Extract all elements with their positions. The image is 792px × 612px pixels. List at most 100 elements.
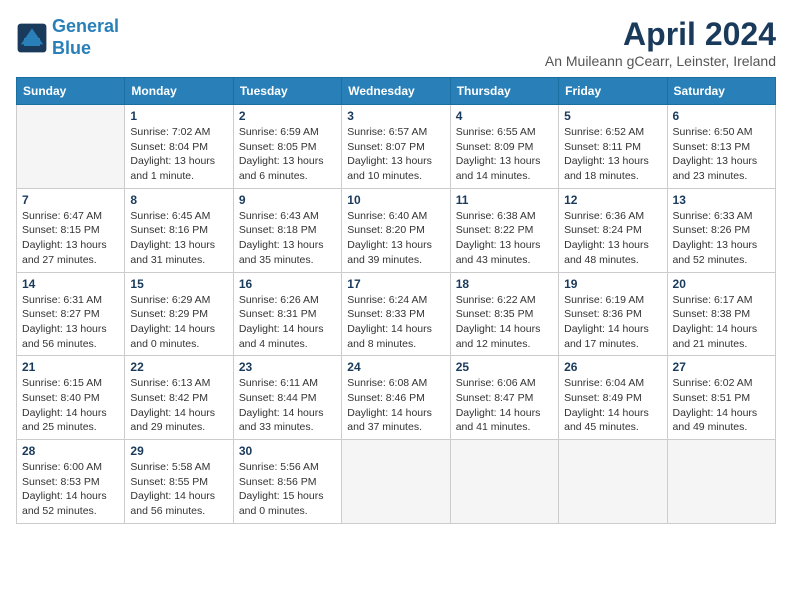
day-info: Sunrise: 6:08 AM Sunset: 8:46 PM Dayligh… xyxy=(347,376,444,435)
day-number: 16 xyxy=(239,277,336,291)
day-number: 23 xyxy=(239,360,336,374)
weekday-header: Friday xyxy=(559,78,667,105)
day-info: Sunrise: 6:45 AM Sunset: 8:16 PM Dayligh… xyxy=(130,209,227,268)
day-info: Sunrise: 6:55 AM Sunset: 8:09 PM Dayligh… xyxy=(456,125,553,184)
location-subtitle: An Muileann gCearr, Leinster, Ireland xyxy=(545,53,776,69)
logo: General Blue xyxy=(16,16,119,59)
calendar-week-row: 14 Sunrise: 6:31 AM Sunset: 8:27 PM Dayli… xyxy=(17,272,776,356)
day-info: Sunrise: 6:52 AM Sunset: 8:11 PM Dayligh… xyxy=(564,125,661,184)
calendar-cell: 30 Sunrise: 5:56 AM Sunset: 8:56 PM Dayli… xyxy=(233,440,341,524)
calendar-cell: 18Sunrise: 6:22 AM Sunset: 8:35 PM Dayli… xyxy=(450,272,558,356)
day-number: 9 xyxy=(239,193,336,207)
day-number: 3 xyxy=(347,109,444,123)
calendar-cell: 13 Sunrise: 6:33 AM Sunset: 8:26 PM Dayli… xyxy=(667,188,775,272)
day-number: 14 xyxy=(22,277,119,291)
calendar-week-row: 1 Sunrise: 7:02 AM Sunset: 8:04 PM Daylig… xyxy=(17,105,776,189)
calendar-cell: 26 Sunrise: 6:04 AM Sunset: 8:49 PM Dayli… xyxy=(559,356,667,440)
day-info: Sunrise: 6:31 AM Sunset: 8:27 PM Dayligh… xyxy=(22,293,119,352)
weekday-header: Thursday xyxy=(450,78,558,105)
day-number: 24 xyxy=(347,360,444,374)
day-number: 6 xyxy=(673,109,770,123)
logo-text: General Blue xyxy=(52,16,119,59)
calendar-cell: 19 Sunrise: 6:19 AM Sunset: 8:36 PM Dayli… xyxy=(559,272,667,356)
month-title: April 2024 xyxy=(545,16,776,53)
calendar-cell: 3 Sunrise: 6:57 AM Sunset: 8:07 PM Daylig… xyxy=(342,105,450,189)
day-info: Sunrise: 6:47 AM Sunset: 8:15 PM Dayligh… xyxy=(22,209,119,268)
weekday-header: Monday xyxy=(125,78,233,105)
day-number: 28 xyxy=(22,444,119,458)
calendar-cell: 21Sunrise: 6:15 AM Sunset: 8:40 PM Dayli… xyxy=(17,356,125,440)
calendar-cell: 12Sunrise: 6:36 AM Sunset: 8:24 PM Dayli… xyxy=(559,188,667,272)
calendar-cell: 14 Sunrise: 6:31 AM Sunset: 8:27 PM Dayli… xyxy=(17,272,125,356)
day-number: 21 xyxy=(22,360,119,374)
calendar-week-row: 7Sunrise: 6:47 AM Sunset: 8:15 PM Daylig… xyxy=(17,188,776,272)
day-number: 22 xyxy=(130,360,227,374)
calendar-cell: 17 Sunrise: 6:24 AM Sunset: 8:33 PM Dayli… xyxy=(342,272,450,356)
day-number: 13 xyxy=(673,193,770,207)
calendar-cell: 6 Sunrise: 6:50 AM Sunset: 8:13 PM Daylig… xyxy=(667,105,775,189)
day-info: Sunrise: 5:56 AM Sunset: 8:56 PM Dayligh… xyxy=(239,460,336,519)
calendar-week-row: 21Sunrise: 6:15 AM Sunset: 8:40 PM Dayli… xyxy=(17,356,776,440)
day-info: Sunrise: 6:59 AM Sunset: 8:05 PM Dayligh… xyxy=(239,125,336,184)
calendar-cell: 16Sunrise: 6:26 AM Sunset: 8:31 PM Dayli… xyxy=(233,272,341,356)
day-number: 29 xyxy=(130,444,227,458)
day-number: 20 xyxy=(673,277,770,291)
calendar-cell: 9 Sunrise: 6:43 AM Sunset: 8:18 PM Daylig… xyxy=(233,188,341,272)
day-number: 17 xyxy=(347,277,444,291)
day-number: 8 xyxy=(130,193,227,207)
day-info: Sunrise: 6:36 AM Sunset: 8:24 PM Dayligh… xyxy=(564,209,661,268)
calendar-cell: 11Sunrise: 6:38 AM Sunset: 8:22 PM Dayli… xyxy=(450,188,558,272)
calendar-cell: 1 Sunrise: 7:02 AM Sunset: 8:04 PM Daylig… xyxy=(125,105,233,189)
day-info: Sunrise: 6:19 AM Sunset: 8:36 PM Dayligh… xyxy=(564,293,661,352)
day-info: Sunrise: 6:11 AM Sunset: 8:44 PM Dayligh… xyxy=(239,376,336,435)
weekday-header: Saturday xyxy=(667,78,775,105)
calendar-cell: 2Sunrise: 6:59 AM Sunset: 8:05 PM Daylig… xyxy=(233,105,341,189)
page-header: General Blue April 2024 An Muileann gCea… xyxy=(16,16,776,69)
day-info: Sunrise: 6:40 AM Sunset: 8:20 PM Dayligh… xyxy=(347,209,444,268)
title-block: April 2024 An Muileann gCearr, Leinster,… xyxy=(545,16,776,69)
weekday-header: Tuesday xyxy=(233,78,341,105)
calendar-cell: 15 Sunrise: 6:29 AM Sunset: 8:29 PM Dayli… xyxy=(125,272,233,356)
day-info: Sunrise: 7:02 AM Sunset: 8:04 PM Dayligh… xyxy=(130,125,227,184)
day-number: 27 xyxy=(673,360,770,374)
calendar-cell: 20 Sunrise: 6:17 AM Sunset: 8:38 PM Dayli… xyxy=(667,272,775,356)
calendar-cell xyxy=(450,440,558,524)
day-info: Sunrise: 6:33 AM Sunset: 8:26 PM Dayligh… xyxy=(673,209,770,268)
day-info: Sunrise: 6:00 AM Sunset: 8:53 PM Dayligh… xyxy=(22,460,119,519)
calendar-cell: 22 Sunrise: 6:13 AM Sunset: 8:42 PM Dayli… xyxy=(125,356,233,440)
day-info: Sunrise: 6:13 AM Sunset: 8:42 PM Dayligh… xyxy=(130,376,227,435)
weekday-header: Wednesday xyxy=(342,78,450,105)
day-number: 19 xyxy=(564,277,661,291)
day-number: 10 xyxy=(347,193,444,207)
calendar-cell: 27 Sunrise: 6:02 AM Sunset: 8:51 PM Dayli… xyxy=(667,356,775,440)
day-info: Sunrise: 6:06 AM Sunset: 8:47 PM Dayligh… xyxy=(456,376,553,435)
calendar-cell: 8 Sunrise: 6:45 AM Sunset: 8:16 PM Daylig… xyxy=(125,188,233,272)
calendar-cell: 7Sunrise: 6:47 AM Sunset: 8:15 PM Daylig… xyxy=(17,188,125,272)
day-info: Sunrise: 6:50 AM Sunset: 8:13 PM Dayligh… xyxy=(673,125,770,184)
calendar-cell: 28 Sunrise: 6:00 AM Sunset: 8:53 PM Dayli… xyxy=(17,440,125,524)
day-number: 26 xyxy=(564,360,661,374)
calendar-cell xyxy=(667,440,775,524)
day-number: 15 xyxy=(130,277,227,291)
calendar-cell: 24 Sunrise: 6:08 AM Sunset: 8:46 PM Dayli… xyxy=(342,356,450,440)
day-info: Sunrise: 6:24 AM Sunset: 8:33 PM Dayligh… xyxy=(347,293,444,352)
day-info: Sunrise: 6:29 AM Sunset: 8:29 PM Dayligh… xyxy=(130,293,227,352)
day-info: Sunrise: 6:02 AM Sunset: 8:51 PM Dayligh… xyxy=(673,376,770,435)
day-number: 4 xyxy=(456,109,553,123)
day-info: Sunrise: 6:57 AM Sunset: 8:07 PM Dayligh… xyxy=(347,125,444,184)
day-info: Sunrise: 6:38 AM Sunset: 8:22 PM Dayligh… xyxy=(456,209,553,268)
day-number: 1 xyxy=(130,109,227,123)
calendar-week-row: 28 Sunrise: 6:00 AM Sunset: 8:53 PM Dayli… xyxy=(17,440,776,524)
calendar-cell: 23 Sunrise: 6:11 AM Sunset: 8:44 PM Dayli… xyxy=(233,356,341,440)
day-info: Sunrise: 6:43 AM Sunset: 8:18 PM Dayligh… xyxy=(239,209,336,268)
day-number: 25 xyxy=(456,360,553,374)
calendar-cell xyxy=(559,440,667,524)
calendar-cell: 25 Sunrise: 6:06 AM Sunset: 8:47 PM Dayli… xyxy=(450,356,558,440)
weekday-header-row: SundayMondayTuesdayWednesdayThursdayFrid… xyxy=(17,78,776,105)
calendar-cell xyxy=(342,440,450,524)
day-info: Sunrise: 6:04 AM Sunset: 8:49 PM Dayligh… xyxy=(564,376,661,435)
calendar-cell: 4 Sunrise: 6:55 AM Sunset: 8:09 PM Daylig… xyxy=(450,105,558,189)
day-info: Sunrise: 6:17 AM Sunset: 8:38 PM Dayligh… xyxy=(673,293,770,352)
calendar-cell: 5Sunrise: 6:52 AM Sunset: 8:11 PM Daylig… xyxy=(559,105,667,189)
day-number: 30 xyxy=(239,444,336,458)
